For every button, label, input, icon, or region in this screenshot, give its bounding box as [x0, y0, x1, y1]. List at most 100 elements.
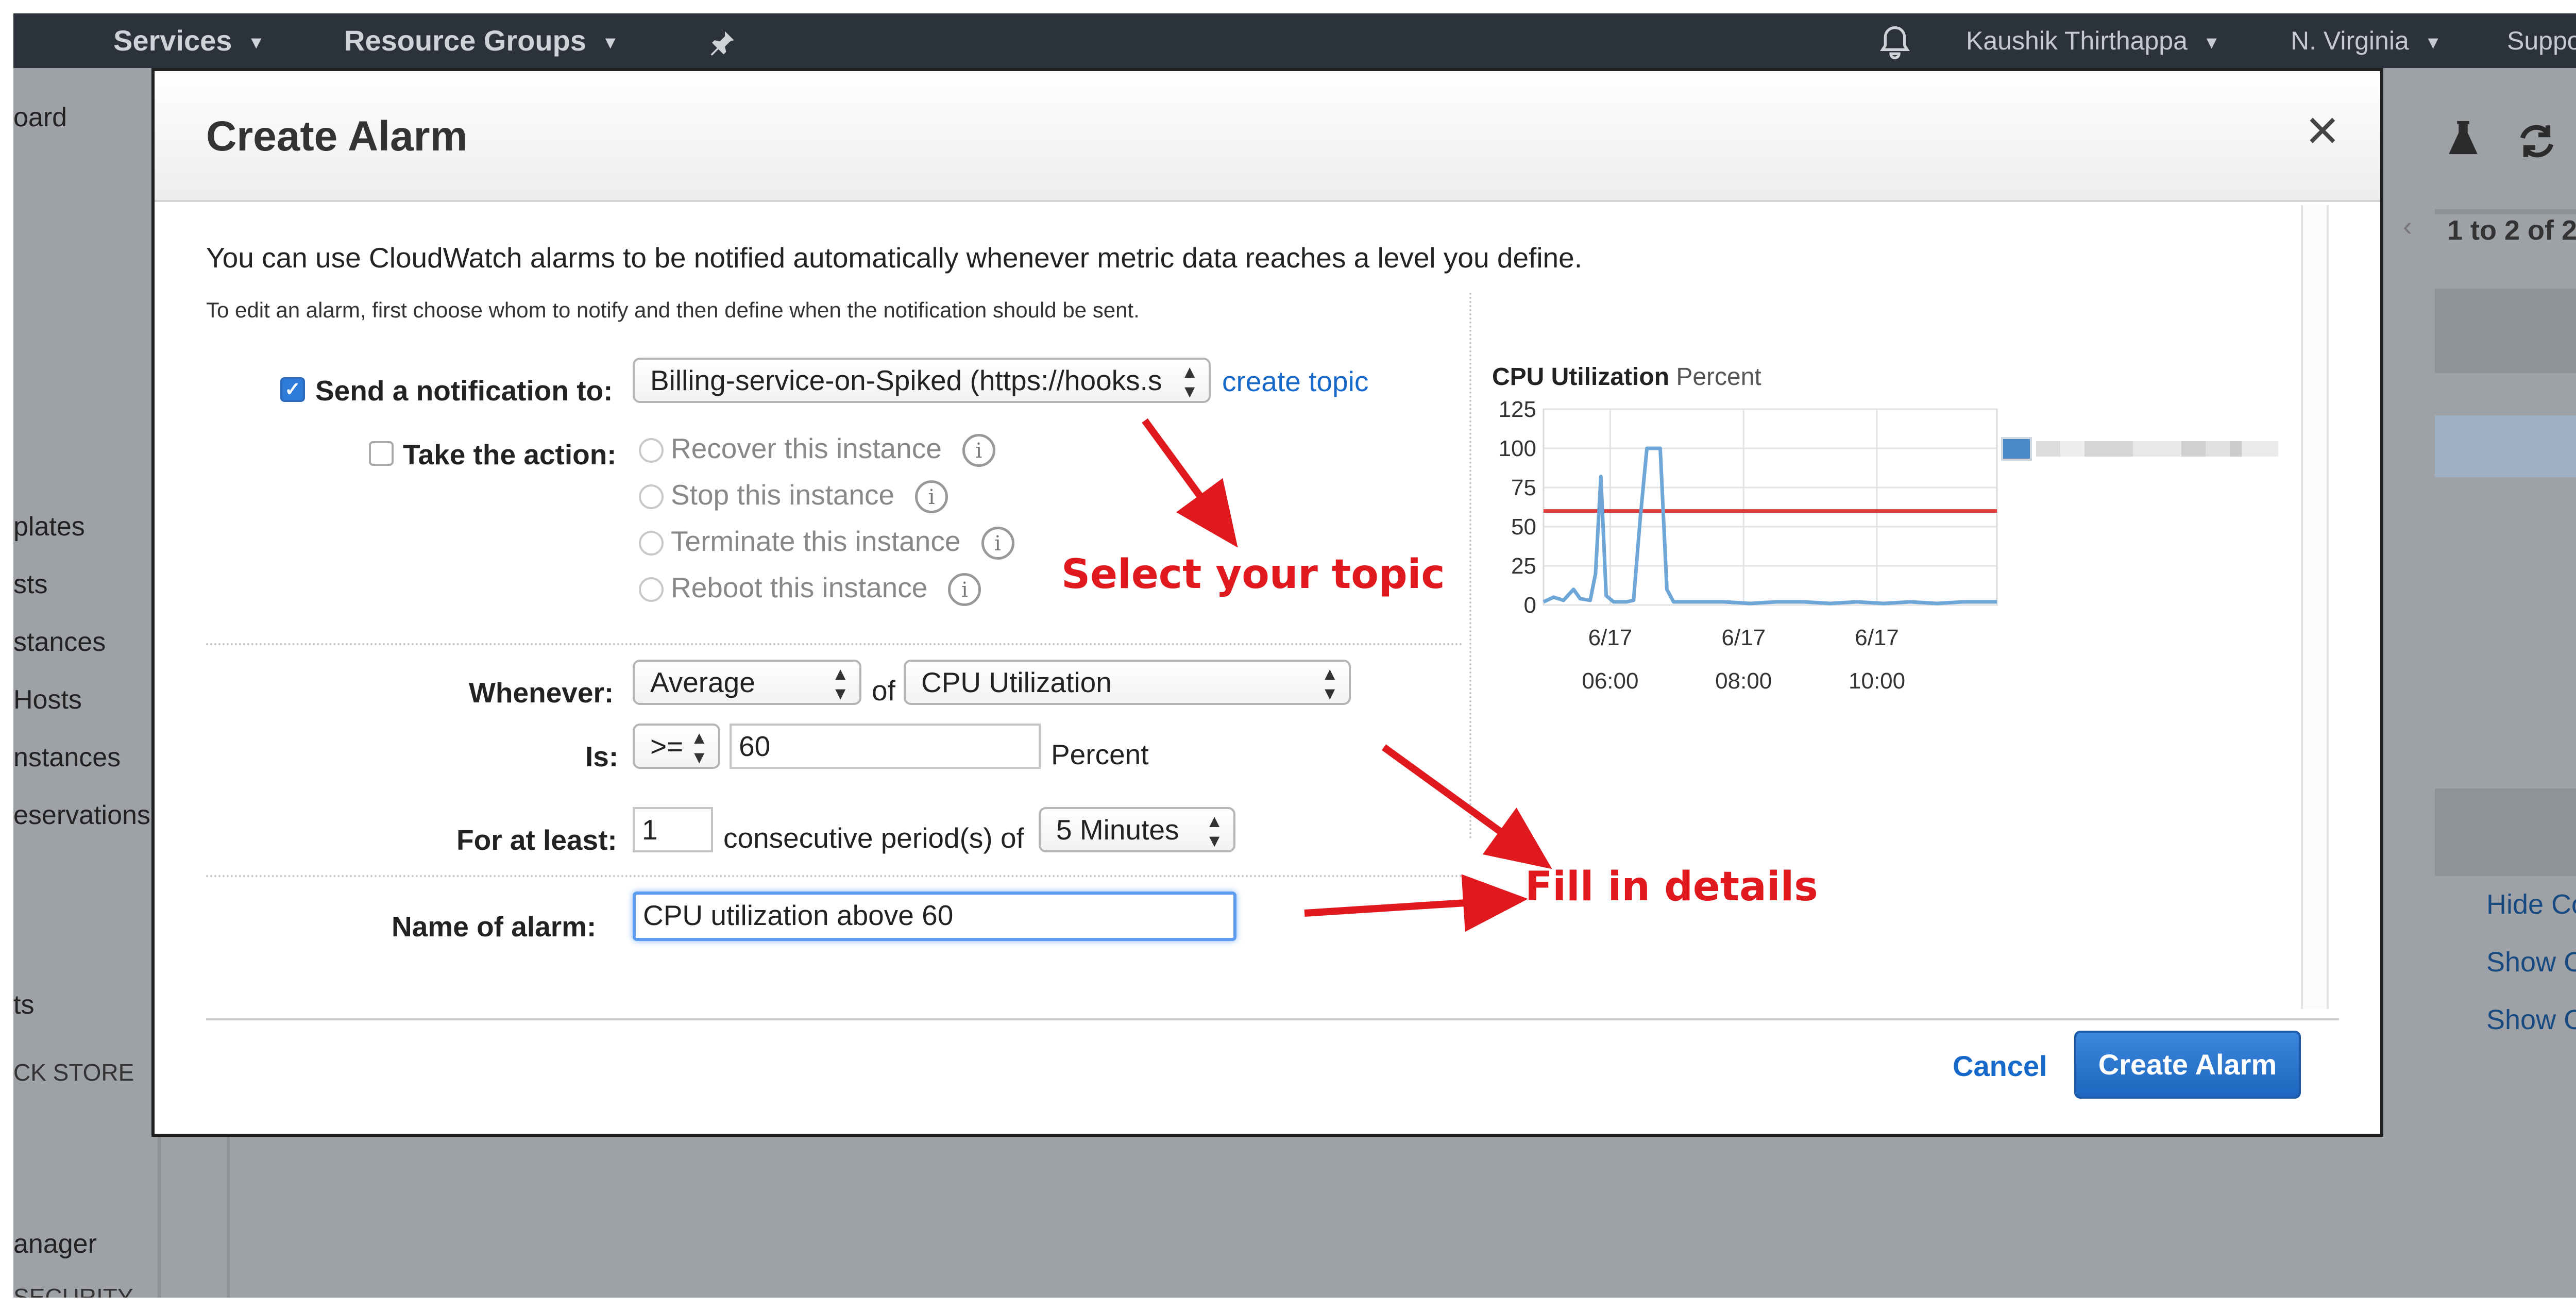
console-page: Services ▼ Resource Groups ▼ Kaushik Thirt… — [13, 13, 2576, 1298]
y-tick-label: 50 — [1511, 514, 1536, 540]
select-topic-annotation: Select your topic — [1061, 551, 1445, 598]
alarm-name-input[interactable]: CPU utilization above 60 — [633, 892, 1236, 941]
consecutive-periods-text: consecutive period(s) of — [723, 822, 1024, 854]
select-arrows-icon: ▲ ▼ — [690, 728, 708, 767]
chevron-down-icon: ▼ — [601, 33, 619, 53]
metric-select[interactable]: CPU Utilization ▲ ▼ — [904, 660, 1351, 705]
create-alarm-dialog: Create Alarm × You can use CloudWatch al… — [151, 68, 2383, 1137]
hide-column-link[interactable]: Hide Column — [2486, 888, 2576, 920]
footer-divider — [206, 1018, 2339, 1020]
x-tick-label: 6/17 — [1588, 625, 1633, 650]
chevron-down-icon: ▼ — [2424, 32, 2442, 53]
create-alarm-button[interactable]: Create Alarm — [2074, 1031, 2301, 1099]
send-notification-label: Send a notification to: — [315, 375, 613, 407]
radio-stop[interactable]: Stop this instance i — [639, 478, 948, 514]
y-tick-label: 0 — [1524, 593, 1536, 618]
section-divider — [206, 875, 1463, 877]
chart-divider — [1469, 293, 1471, 839]
show-column-link[interactable]: Show Colum — [2486, 1004, 2576, 1036]
sidebar — [13, 68, 161, 1298]
for-at-least-label: For at least: — [456, 824, 617, 856]
info-icon[interactable]: i — [915, 480, 948, 514]
bg-selected-row — [2435, 415, 2576, 477]
radio-reboot[interactable]: Reboot this instance i — [639, 571, 981, 607]
sidebar-item[interactable]: stances — [13, 627, 106, 658]
region-menu[interactable]: N. Virginia ▼ — [2291, 13, 2442, 68]
sidebar-section-label: SECURITY — [13, 1284, 133, 1298]
info-icon[interactable]: i — [962, 434, 995, 467]
y-tick-label: 75 — [1511, 475, 1536, 500]
dialog-title: Create Alarm — [206, 113, 468, 160]
sidebar-item[interactable]: anager — [13, 1229, 97, 1259]
show-column-link[interactable]: Show Colum — [2486, 946, 2576, 978]
support-menu[interactable]: Support▼ — [2507, 13, 2576, 68]
select-arrows-icon: ▲ ▼ — [1181, 362, 1198, 401]
x-tick-label: 10:00 — [1849, 668, 1905, 694]
flask-icon[interactable] — [2445, 120, 2481, 165]
notification-topic-select[interactable]: Billing-service-on-Spiked (https://hooks… — [633, 358, 1211, 403]
sidebar-item[interactable]: nstances — [13, 742, 121, 773]
close-icon[interactable]: × — [2306, 102, 2339, 159]
section-divider — [206, 643, 1463, 645]
radio-recover[interactable]: Recover this instance i — [639, 432, 995, 467]
prev-page-icon[interactable]: ‹ — [2403, 210, 2412, 242]
fill-details-annotation: Fill in details — [1525, 864, 1818, 910]
radio-terminate[interactable]: Terminate this instance i — [639, 525, 1014, 560]
periods-input[interactable]: 1 — [633, 807, 713, 852]
dialog-header: Create Alarm × — [155, 71, 2380, 202]
sidebar-item[interactable]: eservations — [13, 800, 150, 831]
select-arrows-icon: ▲ ▼ — [832, 664, 849, 703]
take-action-checkbox[interactable] — [369, 441, 394, 466]
sidebar-item[interactable]: ts — [13, 989, 34, 1020]
chevron-down-icon: ▼ — [2202, 32, 2221, 53]
legend-label-redacted — [2036, 441, 2278, 457]
cancel-button[interactable]: Cancel — [1953, 1049, 2047, 1083]
bell-icon[interactable] — [1878, 13, 1911, 68]
sidebar-item[interactable]: sts — [13, 569, 47, 600]
whenever-label: Whenever: — [469, 677, 614, 709]
bg-divider — [2435, 209, 2576, 214]
unit-text: Percent — [1051, 738, 1149, 770]
sidebar-item[interactable]: Hosts — [13, 684, 82, 715]
bg-table-header — [2435, 289, 2576, 373]
plot-area — [1543, 408, 1998, 606]
resource-groups-menu[interactable]: Resource Groups ▼ — [344, 13, 619, 68]
select-arrows-icon: ▲ ▼ — [1321, 664, 1338, 703]
chevron-down-icon: ▼ — [247, 33, 265, 53]
chart-title: CPU Utilization Percent — [1492, 363, 1761, 391]
user-menu[interactable]: Kaushik Thirthappa ▼ — [1966, 13, 2221, 68]
x-tick-label: 6/17 — [1721, 625, 1766, 650]
selected-topic: Billing-service-on-Spiked (https://hooks… — [650, 364, 1162, 396]
legend-swatch — [2001, 437, 2032, 461]
statistic-select[interactable]: Average ▲ ▼ — [633, 660, 861, 705]
of-text: of — [872, 675, 895, 707]
is-label: Is: — [585, 741, 619, 772]
threshold-input[interactable]: 60 — [730, 724, 1041, 769]
period-select[interactable]: 5 Minutes ▲ ▼ — [1039, 807, 1235, 852]
pin-icon[interactable] — [707, 13, 738, 68]
intro-text: You can use CloudWatch alarms to be noti… — [206, 242, 1583, 274]
pagination-text: 1 to 2 of 2 — [2447, 215, 2576, 246]
info-icon[interactable]: i — [948, 573, 981, 607]
x-tick-label: 08:00 — [1715, 668, 1772, 694]
y-tick-label: 25 — [1511, 553, 1536, 579]
top-nav-bar: Services ▼ Resource Groups ▼ Kaushik Thirt… — [13, 13, 2576, 68]
send-notification-checkbox[interactable]: ✓ — [280, 377, 305, 402]
alarm-name-label: Name of alarm: — [392, 911, 597, 943]
sidebar-section-label: CK STORE — [13, 1059, 134, 1086]
sidebar-item[interactable]: oard — [13, 102, 67, 133]
services-menu[interactable]: Services ▼ — [113, 13, 265, 68]
y-tick-label: 100 — [1499, 436, 1536, 461]
take-action-label: Take the action: — [403, 439, 617, 470]
select-arrows-icon: ▲ ▼ — [1206, 812, 1223, 851]
refresh-icon[interactable] — [2516, 122, 2557, 167]
operator-select[interactable]: >= ▲ ▼ — [633, 724, 720, 769]
info-icon[interactable]: i — [981, 527, 1014, 560]
create-topic-link[interactable]: create topic — [1222, 365, 1368, 398]
bg-table-header — [2435, 788, 2576, 876]
x-tick-label: 06:00 — [1582, 668, 1638, 694]
sub-intro-text: To edit an alarm, first choose whom to n… — [206, 298, 1140, 322]
x-tick-label: 6/17 — [1855, 625, 1899, 650]
sidebar-item[interactable]: plates — [13, 511, 85, 542]
y-tick-label: 125 — [1499, 401, 1536, 422]
